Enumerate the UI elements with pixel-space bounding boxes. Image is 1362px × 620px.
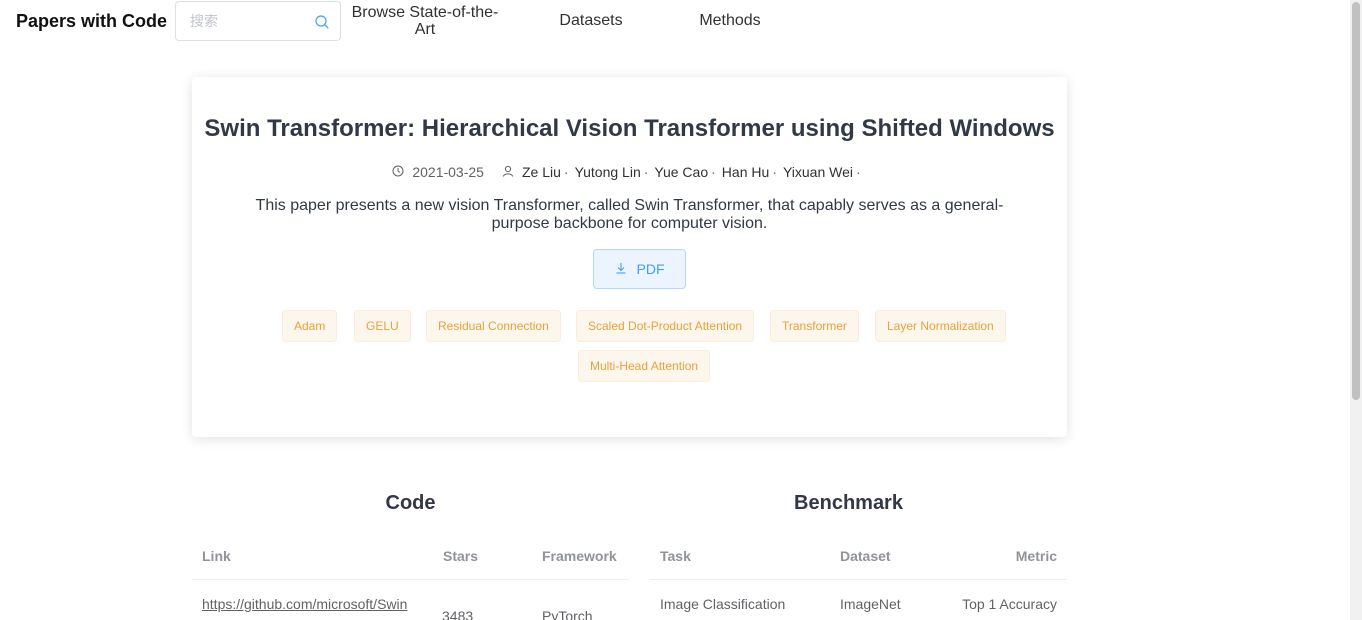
paper-abstract: This paper presents a new vision Transfo…: [255, 197, 1004, 232]
pdf-button[interactable]: PDF: [593, 249, 686, 289]
code-section-title: Code: [385, 492, 436, 514]
page-scrollbar[interactable]: [1350, 0, 1362, 620]
method-tag[interactable]: Adam: [282, 310, 338, 342]
table-row: https://github.com/microsoft/Swin: [202, 596, 407, 612]
nav-methods[interactable]: Methods: [688, 12, 772, 29]
search-input[interactable]: [190, 13, 310, 29]
search-box[interactable]: [175, 1, 341, 41]
benchmark-metric: Top 1 Accuracy: [962, 596, 1057, 612]
user-icon: [502, 164, 514, 180]
method-tag[interactable]: Residual Connection: [426, 310, 561, 342]
paper-card: Swin Transformer: Hierarchical Vision Tr…: [192, 77, 1067, 437]
nav-datasets[interactable]: Datasets: [551, 12, 631, 29]
nav-browse-sota[interactable]: Browse State-of-the-Art: [348, 4, 502, 38]
author-name[interactable]: Yixuan Wei: [783, 164, 853, 180]
benchmark-header-dataset: Dataset: [840, 548, 891, 564]
author-separator: ·: [772, 164, 777, 180]
code-table-divider: [192, 579, 629, 580]
author-name[interactable]: Han Hu: [722, 164, 769, 180]
method-tag[interactable]: Scaled Dot-Product Attention: [576, 310, 755, 342]
benchmark-dataset: ImageNet: [840, 596, 901, 612]
benchmark-section-title: Benchmark: [794, 492, 903, 514]
date-text: 2021-03-25: [412, 164, 484, 180]
author-separator: ·: [711, 164, 716, 180]
benchmark-header-task: Task: [660, 548, 691, 564]
benchmark-task: Image Classification: [660, 596, 786, 612]
repo-link[interactable]: https://github.com/microsoft/Swin: [202, 596, 407, 612]
download-icon: [615, 261, 627, 277]
page: Papers with Code Browse State-of-the-Art…: [0, 0, 1362, 620]
author-name[interactable]: Ze Liu: [522, 164, 561, 180]
repo-stars: 3483: [442, 608, 474, 620]
scrollbar-thumb[interactable]: [1352, 2, 1360, 400]
code-header-framework: Framework: [542, 548, 617, 564]
search-icon[interactable]: [314, 14, 330, 30]
pdf-label: PDF: [636, 261, 665, 277]
paper-title: Swin Transformer: Hierarchical Vision Tr…: [204, 115, 1055, 142]
method-tag[interactable]: Layer Normalization: [875, 310, 1006, 342]
author-separator: ·: [643, 164, 649, 180]
author-separator: ·: [563, 164, 569, 180]
repo-framework: PyTorch: [542, 608, 593, 620]
clock-icon: [392, 164, 404, 180]
paper-date: 2021-03-25: [392, 164, 484, 180]
code-header-link: Link: [202, 548, 231, 564]
author-name[interactable]: Yutong Lin: [575, 164, 641, 180]
author-name[interactable]: Yue Cao: [654, 164, 708, 180]
method-tag[interactable]: GELU: [354, 310, 411, 342]
benchmark-table-divider: [650, 579, 1067, 580]
method-tag[interactable]: Multi-Head Attention: [578, 350, 711, 382]
brand-logo[interactable]: Papers with Code: [16, 11, 167, 32]
benchmark-header-metric: Metric: [1015, 548, 1057, 564]
author-list: Ze Liu · Yutong Lin · Yue Cao · Han Hu · Yixuan …: [502, 164, 867, 180]
method-tag[interactable]: Transformer: [770, 310, 859, 342]
paper-meta: 2021-03-25 Ze Liu · Yutong Lin · Yue Cao · Han…: [192, 164, 1067, 180]
author-separator: ·: [855, 164, 861, 180]
code-header-stars: Stars: [443, 548, 479, 564]
